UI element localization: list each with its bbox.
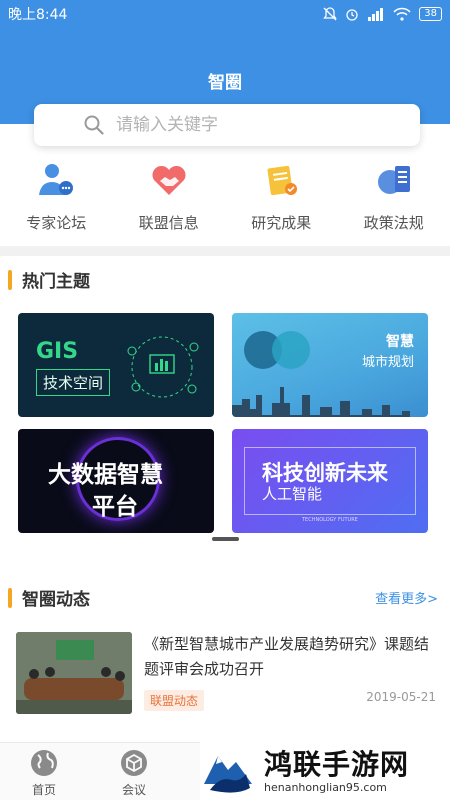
news-date: 2019-05-21 xyxy=(366,690,436,704)
nav-item-policy[interactable]: 政策法规 xyxy=(338,160,450,246)
watermark-title: 鸿联手游网 xyxy=(264,747,410,781)
see-more-link[interactable]: 查看更多> xyxy=(375,588,438,607)
nav-label: 政策法规 xyxy=(363,214,424,232)
carousel-indicator xyxy=(212,537,239,541)
search-icon xyxy=(84,115,104,135)
nav-item-alliance-info[interactable]: 联盟信息 xyxy=(113,160,226,246)
wifi-icon xyxy=(393,7,411,21)
hot-topics-heading: 热门主题 xyxy=(8,267,90,292)
news-thumbnail xyxy=(16,632,132,714)
card-line2: 人工智能 xyxy=(262,485,323,503)
cube-icon xyxy=(121,750,147,776)
news-item[interactable]: 《新型智慧城市产业发展趋势研究》课题结题评审会成功召开 联盟动态 2019-05… xyxy=(16,632,436,714)
news-item-title: 《新型智慧城市产业发展趋势研究》课题结题评审会成功召开 xyxy=(144,635,430,678)
tab-meeting[interactable]: 会议 xyxy=(104,749,164,798)
handshake-heart-icon xyxy=(149,160,189,200)
research-icon xyxy=(261,160,301,200)
tab-label: 会议 xyxy=(121,783,146,797)
card-line2: 技术空间 xyxy=(36,369,111,396)
signal-icon xyxy=(368,8,384,21)
search-input[interactable] xyxy=(116,115,376,135)
nav-label: 研究成果 xyxy=(251,214,312,232)
card-line1: 大数据智慧 xyxy=(48,462,163,488)
tab-label: 首页 xyxy=(31,783,56,797)
watermark-logo-icon xyxy=(202,746,254,796)
mute-icon xyxy=(323,7,338,21)
topic-card-big-data[interactable]: 大数据智慧 平台 xyxy=(18,429,214,533)
status-bar: 晚上8:44 38 xyxy=(0,0,450,28)
city-circle-right xyxy=(272,331,310,369)
alarm-icon xyxy=(346,9,358,21)
nav-label: 专家论坛 xyxy=(26,214,87,232)
card-line1: GIS xyxy=(36,339,79,364)
policy-icon xyxy=(374,160,414,200)
news-heading: 智圈动态 xyxy=(8,585,90,610)
card-line2: 城市规划 xyxy=(361,355,414,370)
nav-item-expert-forum[interactable]: 专家论坛 xyxy=(0,160,113,246)
topic-card-tech-innovation[interactable]: 科技创新未来 人工智能 TECHNOLOGY FUTURE xyxy=(232,429,428,533)
city-skyline-icon xyxy=(232,387,410,417)
site-watermark: 鸿联手游网 henanhonglian95.com xyxy=(200,742,450,800)
section-divider xyxy=(0,246,450,256)
watermark-url: henanhonglian95.com xyxy=(264,780,387,794)
tab-home[interactable]: 首页 xyxy=(14,749,74,798)
battery-icon: 38 xyxy=(419,7,442,21)
nav-item-research[interactable]: 研究成果 xyxy=(225,160,338,246)
hot-topics-title: 热门主题 xyxy=(22,272,90,292)
tech-network-icon xyxy=(127,336,199,398)
topic-card-smart-city[interactable]: 智慧 城市规划 xyxy=(232,313,428,417)
search-bar[interactable] xyxy=(34,104,420,146)
nav-label: 联盟信息 xyxy=(138,214,199,232)
page-title: 智圈 xyxy=(208,73,242,93)
news-title: 智圈动态 xyxy=(22,590,90,610)
news-tag: 联盟动态 xyxy=(144,690,205,711)
status-time: 晚上8:44 xyxy=(8,7,68,23)
card-line1: 智慧 xyxy=(386,334,414,350)
topic-card-gis[interactable]: GIS 技术空间 xyxy=(18,313,214,417)
quick-nav: 专家论坛 联盟信息 研究成果 政策法规 xyxy=(0,160,450,246)
heading-accent-bar xyxy=(8,269,12,290)
card-line2: 平台 xyxy=(92,494,138,520)
globe-icon xyxy=(31,750,57,776)
expert-icon xyxy=(36,160,76,200)
heading-accent-bar xyxy=(8,587,12,608)
card-tiny-caption: TECHNOLOGY FUTURE xyxy=(302,517,358,523)
